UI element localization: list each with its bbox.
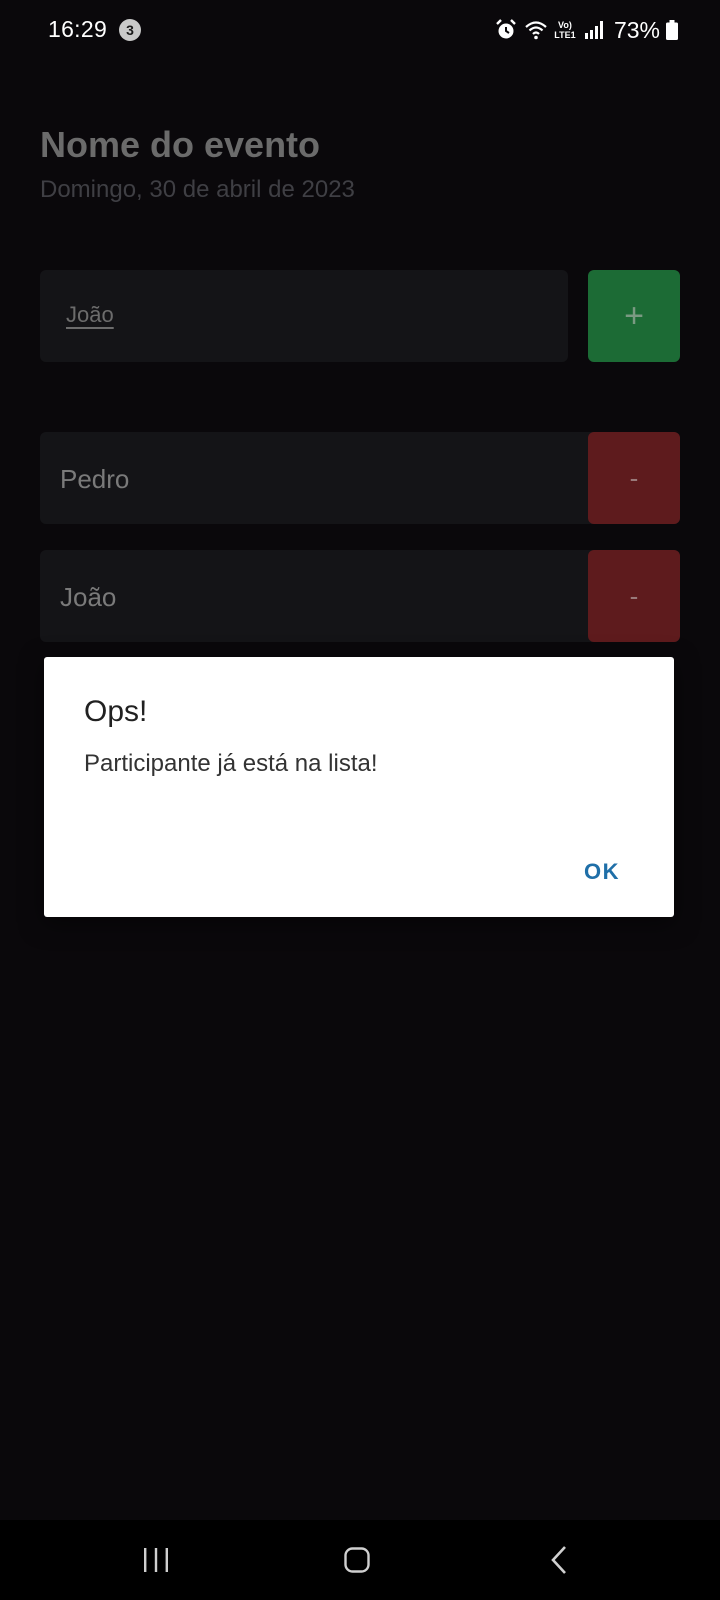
- back-icon[interactable]: [550, 1545, 568, 1575]
- participant-name-input[interactable]: João: [40, 270, 568, 362]
- alarm-icon: [496, 19, 516, 39]
- battery-percent: 73%: [613, 16, 660, 43]
- status-icons: Vo) LTE1 73%: [494, 14, 678, 46]
- navigation-bar: [0, 1520, 720, 1600]
- home-icon[interactable]: [344, 1547, 370, 1573]
- volte-icon: Vo) LTE1: [554, 20, 576, 40]
- dialog-title: Ops!: [84, 695, 148, 728]
- participant-row: Pedro -: [40, 432, 680, 524]
- wifi-icon: [525, 21, 547, 40]
- status-bar: 16:29 3 Vo) LTE1 73%: [0, 0, 720, 60]
- dialog-ok-button[interactable]: OK: [584, 859, 620, 885]
- participant-row: João -: [40, 550, 680, 642]
- participant-name-input-value: João: [66, 302, 114, 327]
- recent-apps-icon[interactable]: [142, 1547, 170, 1573]
- remove-participant-button[interactable]: -: [588, 550, 680, 642]
- participant-name: João: [60, 582, 117, 612]
- event-title: Nome do evento: [40, 124, 321, 165]
- remove-participant-button[interactable]: -: [588, 432, 680, 524]
- dialog-message: Participante já está na lista!: [84, 750, 378, 777]
- add-participant-button[interactable]: +: [588, 270, 680, 362]
- battery-icon: [666, 20, 678, 40]
- screen: 16:29 3 Vo) LTE1 73% Nome do evento Domi…: [0, 0, 720, 1600]
- signal-icon: [584, 21, 603, 39]
- notification-count-badge: 3: [119, 19, 141, 41]
- event-date: Domingo, 30 de abril de 2023: [40, 176, 355, 203]
- alert-dialog: Ops! Participante já está na lista! OK: [44, 657, 674, 917]
- participant-name: Pedro: [60, 464, 130, 494]
- status-time: 16:29: [48, 16, 108, 42]
